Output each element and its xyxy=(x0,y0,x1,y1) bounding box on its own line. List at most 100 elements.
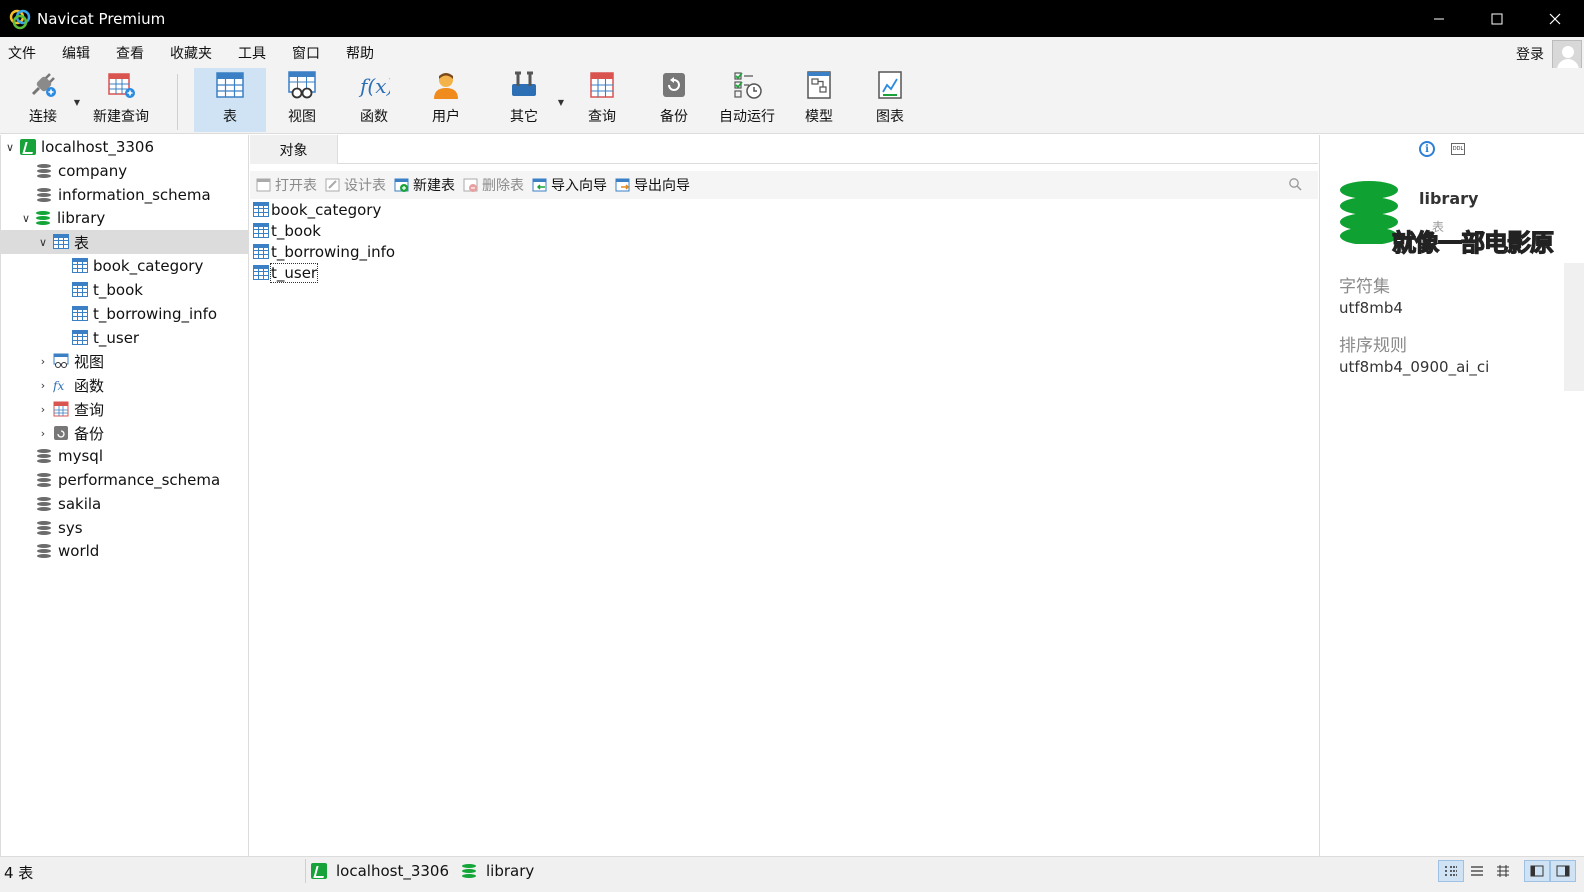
status-bar: 4 表 localhost_3306 library xyxy=(0,856,1584,892)
database-icon xyxy=(37,496,53,512)
db-label: world xyxy=(58,542,100,560)
function-button[interactable]: f(x) 函数 xyxy=(346,68,402,132)
menu-favorites[interactable]: 收藏夹 xyxy=(162,43,212,63)
chevron-right-icon[interactable]: › xyxy=(36,379,50,392)
database-icon xyxy=(37,472,53,488)
export-wizard-button[interactable]: 导出向导 xyxy=(615,175,690,195)
list-item[interactable]: t_borrowing_info xyxy=(250,241,1318,262)
tree-tables-group[interactable]: ∨ 表 xyxy=(1,230,249,254)
tree-db-sakila[interactable]: sakila xyxy=(1,492,249,516)
delete-table-button[interactable]: 删除表 xyxy=(463,175,524,195)
tree-queries-group[interactable]: › 查询 xyxy=(1,397,249,421)
ddl-icon[interactable]: DDL xyxy=(1451,143,1465,155)
chevron-down-icon[interactable]: ▼ xyxy=(74,98,80,107)
new-table-button[interactable]: 新建表 xyxy=(394,175,455,195)
chart-button[interactable]: 图表 xyxy=(862,68,918,132)
object-label: book_category xyxy=(271,200,382,219)
chevron-down-icon[interactable]: ∨ xyxy=(19,212,33,225)
tree-db-company[interactable]: company xyxy=(1,159,249,183)
tree-functions-group[interactable]: › fx 函数 xyxy=(1,373,249,397)
open-table-icon xyxy=(256,178,271,192)
chevron-down-icon[interactable]: ▼ xyxy=(558,98,564,107)
grid-view-icon[interactable] xyxy=(1490,860,1516,882)
tools-icon xyxy=(508,70,540,100)
connection-label: localhost_3306 xyxy=(41,138,155,156)
query-button[interactable]: 查询 xyxy=(574,68,630,132)
tree-db-library[interactable]: ∨ library xyxy=(1,206,249,230)
tree-db-sys[interactable]: sys xyxy=(1,516,249,540)
tree-table-book-category[interactable]: book_category xyxy=(1,254,249,278)
object-count: 4 表 xyxy=(4,864,34,882)
search-icon[interactable] xyxy=(1288,177,1302,191)
db-label: performance_schema xyxy=(58,471,221,489)
query-icon xyxy=(586,70,618,100)
tree-db-world[interactable]: world xyxy=(1,539,249,563)
connect-button[interactable]: 连接 ▼ xyxy=(18,68,80,132)
maximize-button[interactable] xyxy=(1468,0,1526,37)
view-button[interactable]: 视图 xyxy=(272,68,332,132)
tree-backups-group[interactable]: › 备份 xyxy=(1,421,249,445)
login-link[interactable]: 登录 xyxy=(1516,44,1544,64)
object-label: t_user xyxy=(269,262,319,283)
status-connection: localhost_3306 xyxy=(311,862,449,880)
menu-tools[interactable]: 工具 xyxy=(230,43,266,63)
tree-table-t-user[interactable]: t_user xyxy=(1,326,249,350)
toggle-left-panel-icon[interactable] xyxy=(1524,860,1550,882)
table-icon xyxy=(253,223,271,238)
list-item[interactable]: t_book xyxy=(250,220,1318,241)
view-label: 视图 xyxy=(288,109,316,125)
user-button[interactable]: 用户 xyxy=(418,68,474,132)
auto-run-button[interactable]: 自动运行 xyxy=(716,68,778,132)
tree-table-t-book[interactable]: t_book xyxy=(1,278,249,302)
chevron-right-icon[interactable]: › xyxy=(36,355,50,368)
minimize-button[interactable] xyxy=(1410,0,1468,37)
collation-value: utf8mb4_0900_ai_ci xyxy=(1339,358,1490,376)
menu-view[interactable]: 查看 xyxy=(108,43,144,63)
info-panel-scrollbar[interactable] xyxy=(1564,263,1584,391)
menu-help[interactable]: 帮助 xyxy=(338,43,374,63)
backup-button[interactable]: 备份 xyxy=(646,68,702,132)
close-button[interactable] xyxy=(1526,0,1584,37)
menu-window[interactable]: 窗口 xyxy=(284,43,320,63)
tree-db-mysql[interactable]: mysql xyxy=(1,444,249,468)
backup-icon xyxy=(53,425,69,441)
model-button[interactable]: 模型 xyxy=(792,68,846,132)
chevron-down-icon[interactable]: ∨ xyxy=(36,236,50,249)
list-item[interactable]: book_category xyxy=(250,199,1318,220)
list-view-icon[interactable] xyxy=(1438,860,1464,882)
database-open-icon xyxy=(36,210,52,226)
list-item[interactable]: t_user xyxy=(250,262,1318,283)
tree-db-information-schema[interactable]: information_schema xyxy=(1,183,249,207)
chevron-right-icon[interactable]: › xyxy=(36,403,50,416)
connection-icon xyxy=(311,863,327,879)
info-icon[interactable]: i xyxy=(1419,141,1435,157)
connection-tree: ∨ localhost_3306 company information_sch… xyxy=(0,135,249,856)
menu-edit[interactable]: 编辑 xyxy=(54,43,90,63)
tab-objects[interactable]: 对象 xyxy=(250,135,338,164)
tree-connection[interactable]: ∨ localhost_3306 xyxy=(1,135,249,159)
detail-view-icon[interactable] xyxy=(1464,860,1490,882)
new-query-button[interactable]: 新建查询 xyxy=(88,68,154,132)
table-icon xyxy=(53,234,69,250)
db-label: sys xyxy=(58,519,83,537)
menu-file[interactable]: 文件 xyxy=(0,43,36,63)
tree-views-group[interactable]: › 视图 xyxy=(1,349,249,373)
toggle-right-panel-icon[interactable] xyxy=(1550,860,1576,882)
import-wizard-button[interactable]: 导入向导 xyxy=(532,175,607,195)
chart-icon xyxy=(874,70,906,100)
info-panel: i DDL library 表 就像一部电影原 字符集 utf8mb4 排序规则… xyxy=(1319,135,1584,856)
other-button[interactable]: 其它 ▼ xyxy=(496,68,564,132)
tree-table-t-borrowing-info[interactable]: t_borrowing_info xyxy=(1,302,249,326)
svg-text:f(x): f(x) xyxy=(358,74,390,98)
db-label: company xyxy=(58,162,128,180)
design-table-button[interactable]: 设计表 xyxy=(325,175,386,195)
open-table-button[interactable]: 打开表 xyxy=(256,175,317,195)
avatar[interactable] xyxy=(1552,40,1582,70)
chevron-right-icon[interactable]: › xyxy=(36,427,50,440)
queries-label: 查询 xyxy=(74,400,105,419)
chevron-down-icon[interactable]: ∨ xyxy=(3,141,17,154)
table-icon xyxy=(72,282,88,298)
tree-db-performance-schema[interactable]: performance_schema xyxy=(1,468,249,492)
table-button[interactable]: 表 xyxy=(194,68,266,132)
backups-label: 备份 xyxy=(74,424,105,443)
